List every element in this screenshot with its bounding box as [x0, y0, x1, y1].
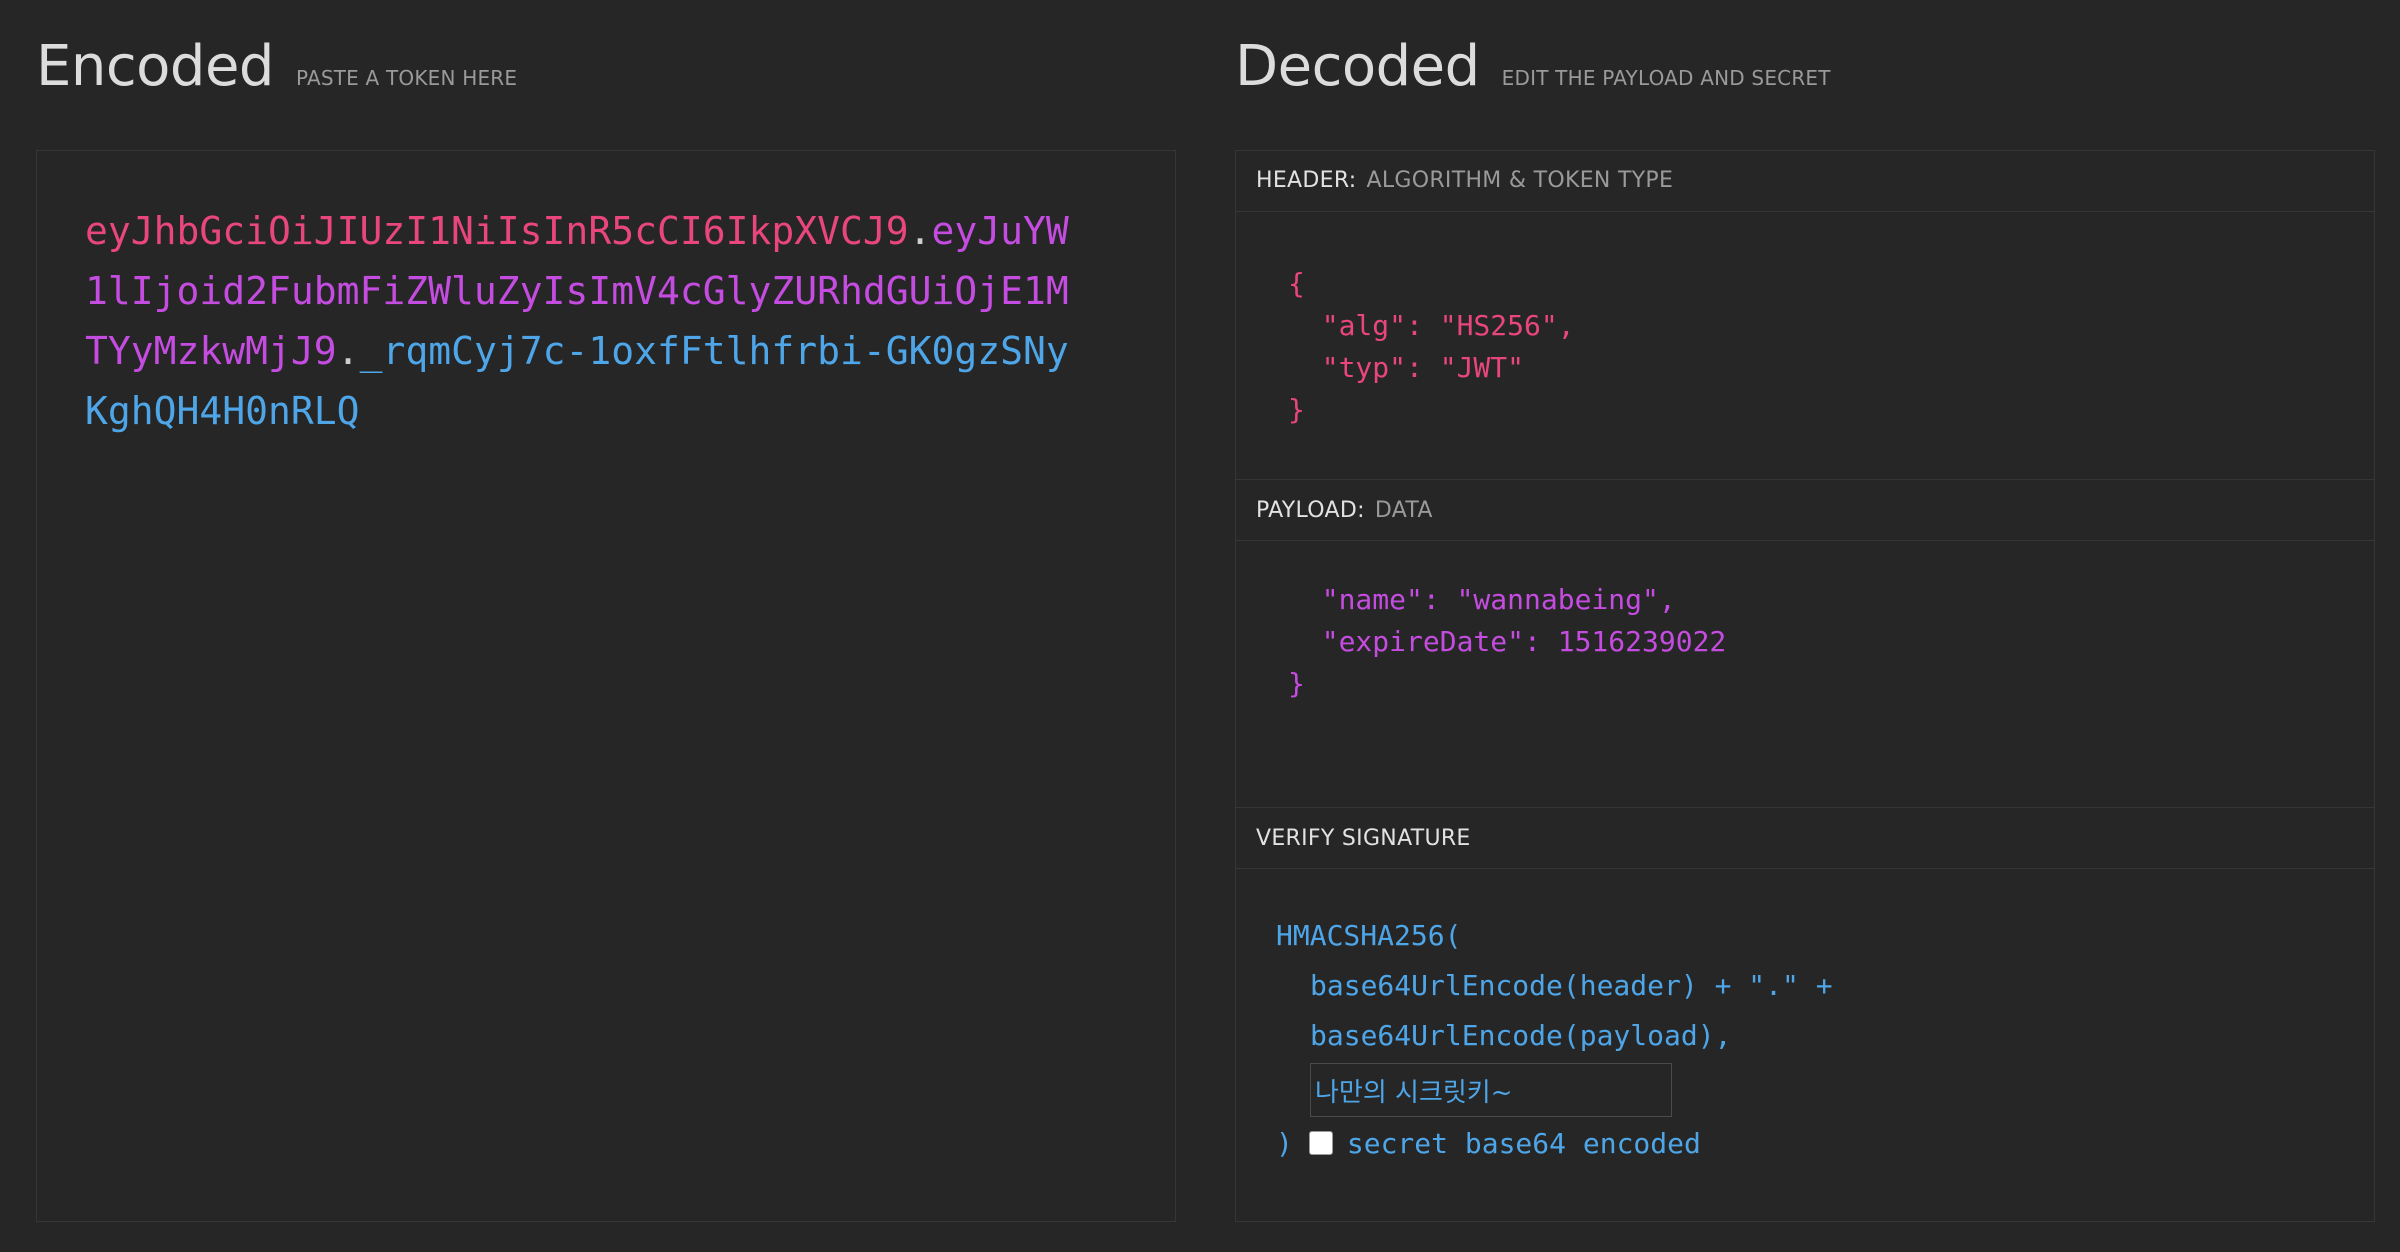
decoded-subtitle: EDIT THE PAYLOAD AND SECRET [1501, 66, 1831, 90]
encoded-title: Encoded [36, 34, 274, 99]
signature-verify-block: HMACSHA256( base64UrlEncode(header) + ".… [1276, 911, 1833, 1169]
hmac-payload-arg: base64UrlEncode(payload), [1310, 1019, 1732, 1052]
payload-section-heading: PAYLOAD: DATA [1236, 479, 2374, 541]
hmac-function-close: ) [1276, 1126, 1293, 1160]
payload-json-editor[interactable]: "name": "wannabeing", "expireDate": 1516… [1288, 579, 1726, 705]
header-json-editor[interactable]: { "alg": "HS256", "typ": "JWT" } [1288, 263, 1575, 431]
token-dot: . [908, 209, 932, 253]
secret-base64-row: ) secret base64 encoded [1276, 1117, 1833, 1169]
encoded-title-row: Encoded PASTE A TOKEN HERE [36, 0, 1176, 150]
token-text[interactable]: eyJhbGciOiJIUzI1NiIsInR5cCI6IkpXVCJ9.eyJ… [85, 201, 1085, 441]
header-section-heading: HEADER: ALGORITHM & TOKEN TYPE [1236, 150, 2374, 212]
payload-section-sublabel: DATA [1374, 497, 1433, 523]
header-section-sublabel: ALGORITHM & TOKEN TYPE [1366, 168, 1674, 193]
decoded-title: Decoded [1235, 34, 1480, 99]
hmac-header-arg: base64UrlEncode(header) + "." + [1310, 969, 1833, 1002]
secret-base64-label: secret base64 encoded [1346, 1126, 1701, 1160]
decoded-column: Decoded EDIT THE PAYLOAD AND SECRET HEAD… [1235, 0, 2375, 1222]
encoded-subtitle: PASTE A TOKEN HERE [295, 66, 518, 90]
decoded-panel: HEADER: ALGORITHM & TOKEN TYPE { "alg": … [1235, 150, 2375, 1222]
payload-section-label: PAYLOAD: [1256, 497, 1365, 523]
hmac-function-open: HMACSHA256( [1276, 919, 1462, 952]
secret-input[interactable] [1310, 1063, 1672, 1117]
decoded-title-row: Decoded EDIT THE PAYLOAD AND SECRET [1235, 0, 2375, 150]
token-header-part: eyJhbGciOiJIUzI1NiIsInR5cCI6IkpXVCJ9 [85, 209, 909, 253]
signature-section-label: VERIFY SIGNATURE [1256, 825, 1471, 851]
header-section-label: HEADER: [1256, 168, 1357, 193]
secret-base64-checkbox[interactable] [1308, 1131, 1333, 1155]
signature-section-heading: VERIFY SIGNATURE [1236, 807, 2374, 869]
encoded-column: Encoded PASTE A TOKEN HERE eyJhbGciOiJIU… [36, 0, 1176, 1222]
token-dot: . [336, 329, 360, 373]
encoded-token-editor[interactable]: eyJhbGciOiJIUzI1NiIsInR5cCI6IkpXVCJ9.eyJ… [36, 150, 1176, 1222]
